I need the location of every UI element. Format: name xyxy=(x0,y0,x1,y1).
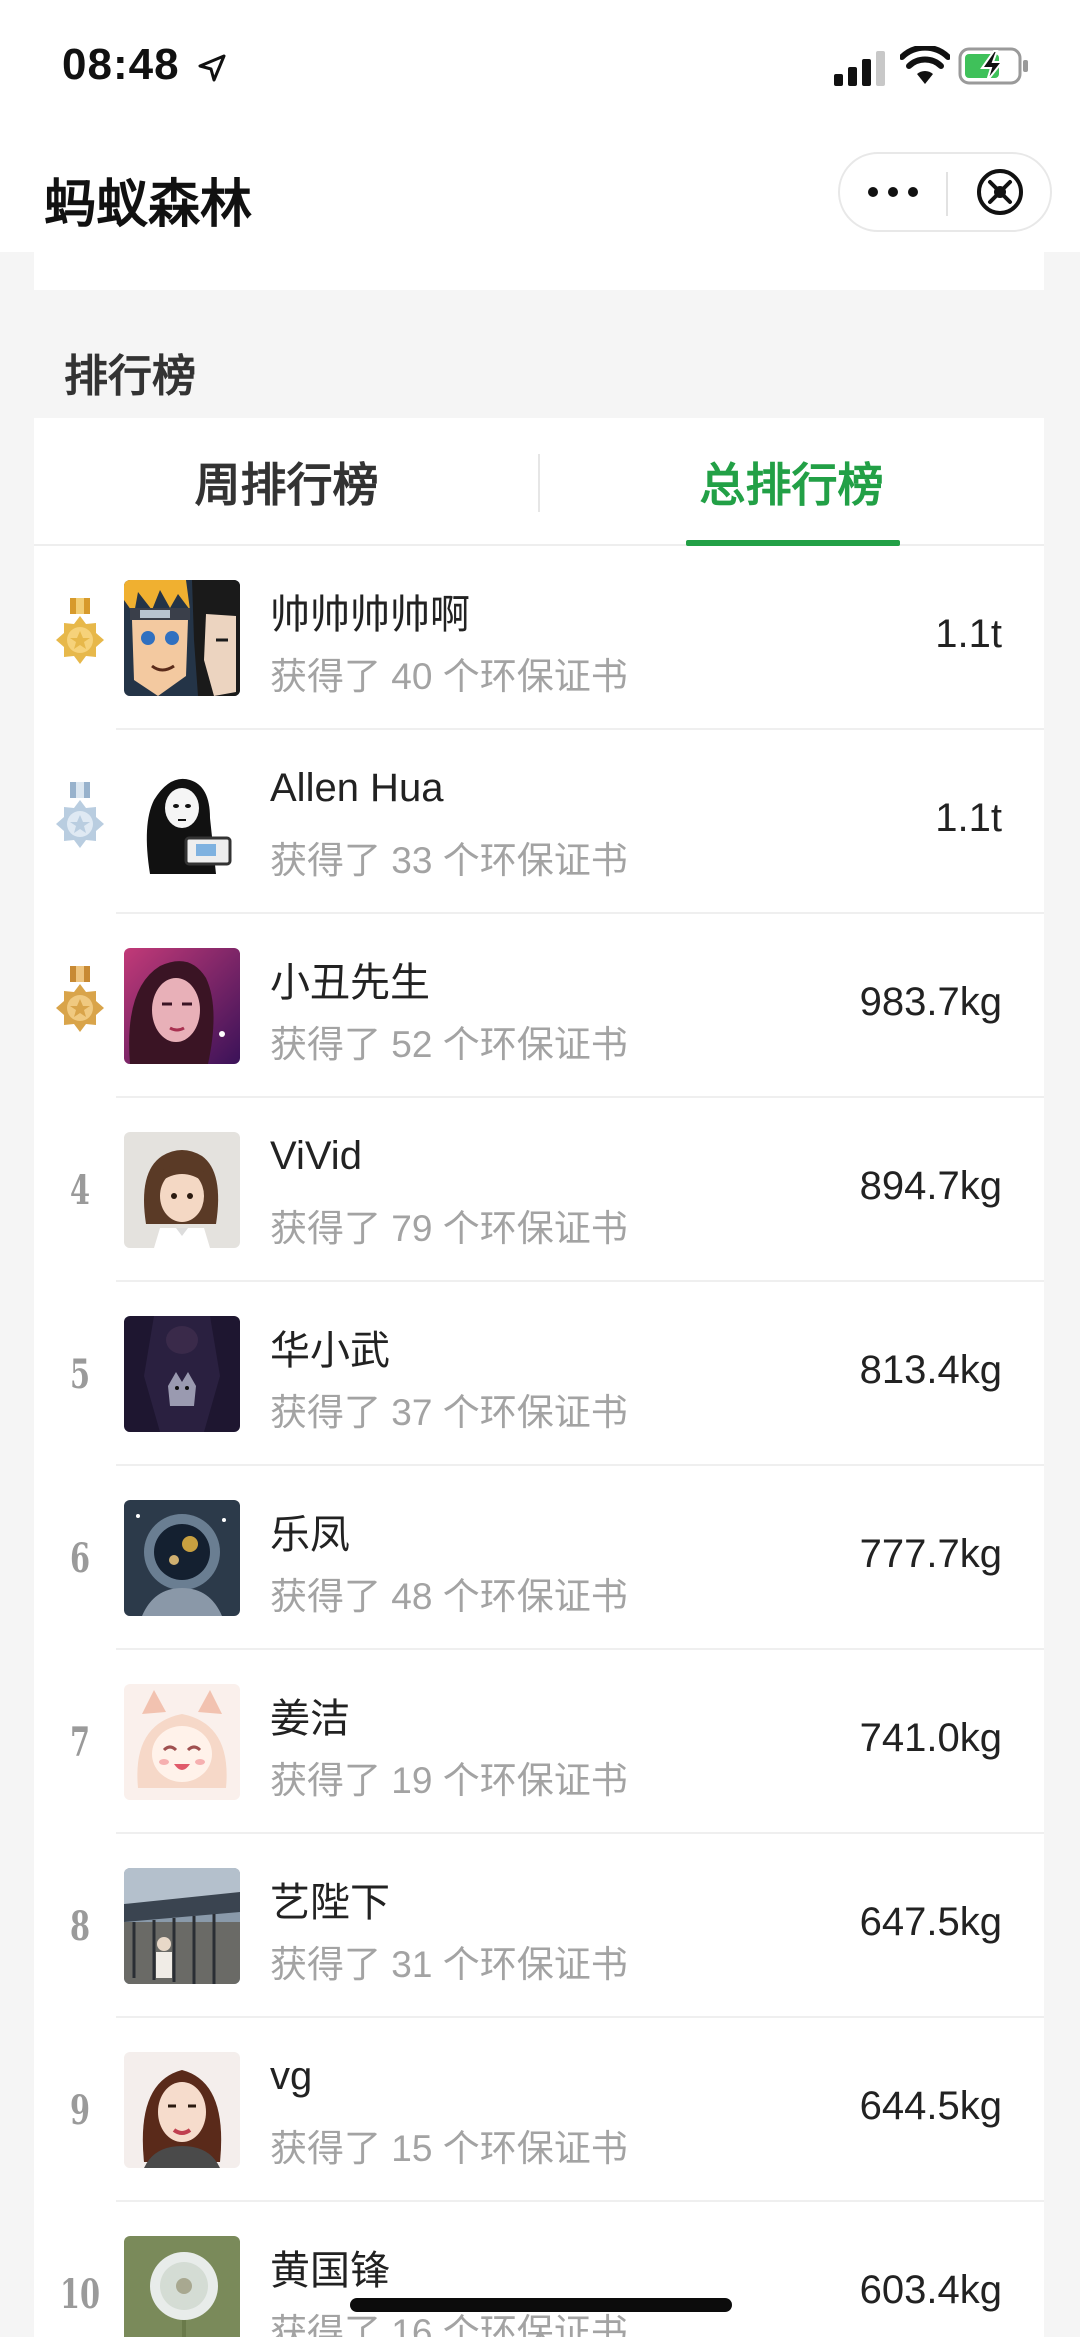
ranking-row[interactable]: 小丑先生 获得了 52 个环保证书 983.7kg xyxy=(34,914,1044,1098)
mini-program-capsule xyxy=(838,152,1052,232)
certificate-count: 获得了 33 个环保证书 xyxy=(270,840,628,881)
carbon-value: 983.7kg xyxy=(859,980,1002,1024)
rank-number: 10 xyxy=(59,2270,101,2318)
certificate-count: 获得了 15 个环保证书 xyxy=(270,2128,628,2169)
ranking-row[interactable]: 4 ViVid 获得了 79 个环保证书 894.7kg xyxy=(34,1098,1044,1282)
carbon-value: 894.7kg xyxy=(859,1164,1002,1208)
cellular-signal-icon xyxy=(834,51,885,86)
user-name: Allen Hua xyxy=(270,766,444,810)
silver-medal-icon xyxy=(56,782,104,848)
anime-girl-avatar[interactable] xyxy=(124,1684,240,1800)
purple-portrait-avatar[interactable] xyxy=(124,948,240,1064)
gold-medal-icon xyxy=(56,598,104,664)
ranking-row[interactable]: 9 vg 获得了 15 个环保证书 644.5kg xyxy=(34,2018,1044,2202)
certificate-count: 获得了 79 个环保证书 xyxy=(270,1208,628,1249)
more-dots-icon xyxy=(868,187,878,197)
more-dots-icon xyxy=(908,187,918,197)
ranking-row[interactable]: 10 黄国锋 获得了 16 个环保证书 603.4kg xyxy=(34,2202,1044,2337)
ranking-row[interactable]: Allen Hua 获得了 33 个环保证书 1.1t xyxy=(34,730,1044,914)
ranking-list: 帅帅帅帅啊 获得了 40 个环保证书 1.1t Allen Hua 获得了 33… xyxy=(34,546,1044,2337)
more-dots-icon xyxy=(888,187,898,197)
dandelion-avatar[interactable] xyxy=(124,2236,240,2337)
ranking-row[interactable]: 7 姜洁 获得了 19 个环保证书 741.0kg xyxy=(34,1650,1044,1834)
user-name: 乐凤 xyxy=(270,1513,350,1557)
close-circle-icon xyxy=(977,169,1023,215)
rank-number: 4 xyxy=(69,1166,91,1214)
certificate-count: 获得了 40 个环保证书 xyxy=(270,656,628,697)
rank-number: 9 xyxy=(69,2086,91,2134)
bronze-medal-icon xyxy=(56,966,104,1032)
previous-card xyxy=(34,252,1044,290)
user-name: 艺陛下 xyxy=(270,1881,390,1925)
certificate-count: 获得了 37 个环保证书 xyxy=(270,1392,628,1433)
rank-number: 8 xyxy=(69,1902,91,1950)
astronaut-avatar[interactable] xyxy=(124,1500,240,1616)
section-title: 排行榜 xyxy=(64,352,196,401)
certificate-count: 获得了 52 个环保证书 xyxy=(270,1024,628,1065)
ranking-row[interactable]: 帅帅帅帅啊 获得了 40 个环保证书 1.1t xyxy=(34,546,1044,730)
carbon-value: 1.1t xyxy=(935,612,1002,656)
status-time: 08:48 xyxy=(62,40,180,89)
carbon-value: 777.7kg xyxy=(859,1532,1002,1576)
carbon-value: 603.4kg xyxy=(859,2268,1002,2312)
carbon-value: 1.1t xyxy=(935,796,1002,840)
user-name: 帅帅帅帅啊 xyxy=(270,593,470,637)
rank-number: 5 xyxy=(69,1350,91,1398)
bridge-photo-avatar[interactable] xyxy=(124,1868,240,1984)
anime-avatar[interactable] xyxy=(124,580,240,696)
user-name: 姜洁 xyxy=(270,1697,350,1741)
status-bar: 08:48 xyxy=(0,0,1080,136)
battery-charging-icon xyxy=(958,47,1028,85)
ranking-card: 周排行榜 总排行榜 帅帅帅帅啊 获得了 40 个环保证书 1.1t Allen … xyxy=(34,418,1044,2337)
user-name: 黄国锋 xyxy=(270,2249,390,2293)
ranking-row[interactable]: 8 艺陛下 获得了 31 个环保证书 647.5kg xyxy=(34,1834,1044,2018)
rank-number: 6 xyxy=(69,1534,91,1582)
user-name: 华小武 xyxy=(270,1329,390,1373)
illustrated-girl-avatar[interactable] xyxy=(124,2052,240,2168)
ranking-row[interactable]: 5 华小武 获得了 37 个环保证书 813.4kg xyxy=(34,1282,1044,1466)
carbon-value: 647.5kg xyxy=(859,1900,1002,1944)
certificate-count: 获得了 19 个环保证书 xyxy=(270,1760,628,1801)
user-name: vg xyxy=(270,2054,313,2098)
carbon-value: 644.5kg xyxy=(859,2084,1002,2128)
page-title: 蚂蚁森林 xyxy=(44,176,253,234)
more-options-button[interactable] xyxy=(840,154,946,230)
child-photo-avatar[interactable] xyxy=(124,1132,240,1248)
location-arrow-icon xyxy=(198,54,226,82)
ranking-tabs: 周排行榜 总排行榜 xyxy=(34,418,1044,546)
carbon-value: 741.0kg xyxy=(859,1716,1002,1760)
rank-number: 7 xyxy=(69,1718,91,1766)
user-name: ViVid xyxy=(270,1134,362,1178)
ranking-row[interactable]: 6 乐凤 获得了 48 个环保证书 777.7kg xyxy=(34,1466,1044,1650)
nav-bar: 蚂蚁森林 xyxy=(0,136,1080,252)
certificate-count: 获得了 31 个环保证书 xyxy=(270,1944,628,1985)
tab-total-ranking[interactable]: 总排行榜 xyxy=(539,418,1044,546)
home-indicator[interactable] xyxy=(350,2298,732,2312)
tab-weekly-ranking[interactable]: 周排行榜 xyxy=(34,418,539,546)
user-name: 小丑先生 xyxy=(270,961,430,1005)
wifi-icon xyxy=(900,46,950,84)
certificate-count: 获得了 48 个环保证书 xyxy=(270,1576,628,1617)
carbon-value: 813.4kg xyxy=(859,1348,1002,1392)
no-face-avatar[interactable] xyxy=(124,764,240,880)
dark-cat-avatar[interactable] xyxy=(124,1316,240,1432)
close-button[interactable] xyxy=(948,154,1052,230)
